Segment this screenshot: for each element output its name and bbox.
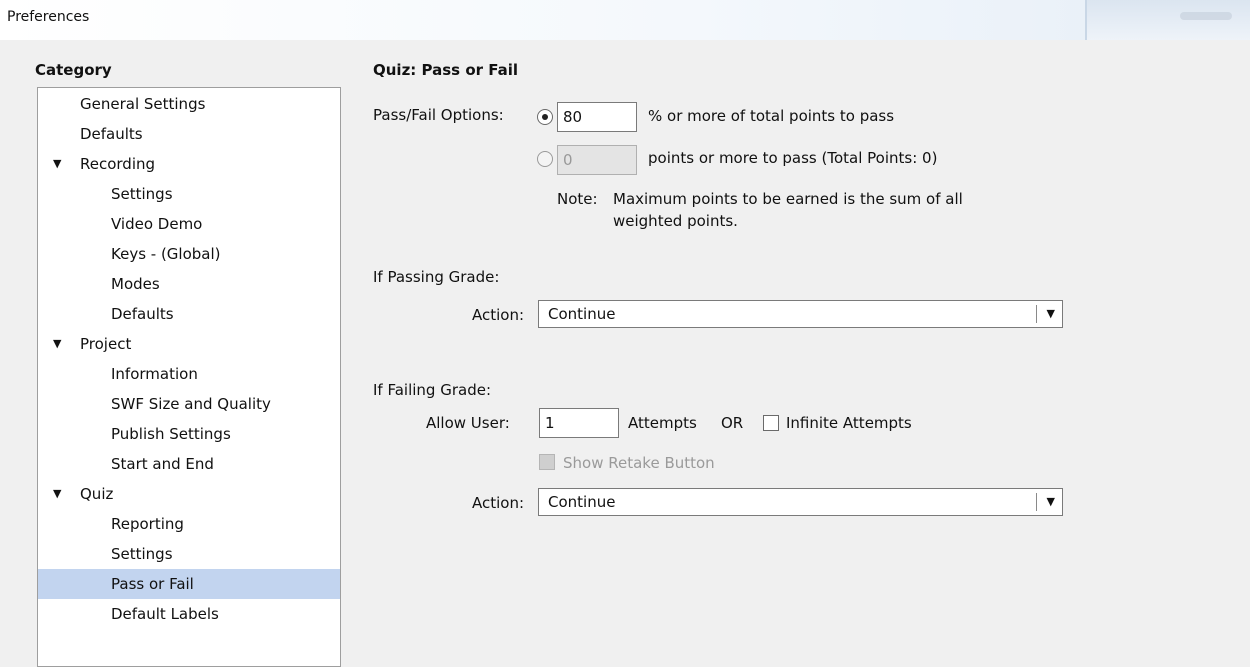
points-suffix: points or more to pass (Total Points: 0) [648, 149, 938, 167]
percent-suffix: % or more of total points to pass [648, 107, 895, 125]
category-tree[interactable]: General Settings Defaults ▼ Recording Set… [37, 87, 341, 667]
tree-item-keys-global[interactable]: Keys - (Global) [38, 239, 340, 269]
chevron-down-icon: ▼ [1046, 307, 1055, 320]
show-retake-label: Show Retake Button [563, 454, 715, 472]
window-title: Preferences [7, 9, 90, 25]
percent-input[interactable]: 80 [557, 102, 637, 132]
expand-triangle-icon[interactable]: ▼ [53, 329, 61, 359]
tree-item-recording-defaults[interactable]: Defaults [38, 299, 340, 329]
show-retake-checkbox[interactable] [539, 454, 555, 470]
passing-action-select[interactable]: Continue ▼ [538, 300, 1063, 328]
tree-item-information[interactable]: Information [38, 359, 340, 389]
passing-grade-heading: If Passing Grade: [373, 268, 500, 286]
infinite-attempts-checkbox[interactable] [763, 415, 779, 431]
failing-action-value: Continue [548, 493, 616, 511]
tree-item-default-labels[interactable]: Default Labels [38, 599, 340, 629]
tree-item-publish-settings[interactable]: Publish Settings [38, 419, 340, 449]
infinite-attempts-label: Infinite Attempts [786, 414, 912, 432]
expand-triangle-icon[interactable]: ▼ [53, 479, 61, 509]
tree-item-video-demo[interactable]: Video Demo [38, 209, 340, 239]
tree-item-quiz-settings[interactable]: Settings [38, 539, 340, 569]
tree-item-general-settings[interactable]: General Settings [38, 89, 340, 119]
note-text-line2: weighted points. [613, 212, 738, 230]
or-label: OR [721, 414, 744, 432]
title-bar-button[interactable] [1085, 0, 1250, 40]
attempts-input[interactable]: 1 [539, 408, 619, 438]
chevron-down-icon: ▼ [1046, 495, 1055, 508]
tree-item-defaults[interactable]: Defaults [38, 119, 340, 149]
tree-item-swf-size-quality[interactable]: SWF Size and Quality [38, 389, 340, 419]
panel-title: Quiz: Pass or Fail [373, 61, 519, 79]
passing-action-label: Action: [472, 306, 525, 324]
tree-item-pass-or-fail[interactable]: Pass or Fail [38, 569, 340, 599]
failing-grade-heading: If Failing Grade: [373, 381, 492, 399]
pass-fail-options-label: Pass/Fail Options: [373, 106, 504, 124]
allow-user-label: Allow User: [426, 414, 510, 432]
tree-item-start-and-end[interactable]: Start and End [38, 449, 340, 479]
points-input[interactable]: 0 [557, 145, 637, 175]
category-heading: Category [35, 61, 112, 79]
points-radio[interactable] [537, 151, 553, 167]
passing-action-value: Continue [548, 305, 616, 323]
note-text-line1: Maximum points to be earned is the sum o… [613, 190, 963, 208]
failing-action-select[interactable]: Continue ▼ [538, 488, 1063, 516]
tree-item-modes[interactable]: Modes [38, 269, 340, 299]
tree-item-recording[interactable]: ▼ Recording [38, 149, 340, 179]
title-bar: Preferences [0, 0, 1250, 40]
tree-item-recording-settings[interactable]: Settings [38, 179, 340, 209]
tree-item-quiz[interactable]: ▼ Quiz [38, 479, 340, 509]
attempts-label: Attempts [628, 414, 697, 432]
percent-radio[interactable] [537, 109, 553, 125]
expand-triangle-icon[interactable]: ▼ [53, 149, 61, 179]
failing-action-label: Action: [472, 494, 525, 512]
tree-item-project[interactable]: ▼ Project [38, 329, 340, 359]
note-label: Note: [557, 190, 598, 208]
tree-item-reporting[interactable]: Reporting [38, 509, 340, 539]
